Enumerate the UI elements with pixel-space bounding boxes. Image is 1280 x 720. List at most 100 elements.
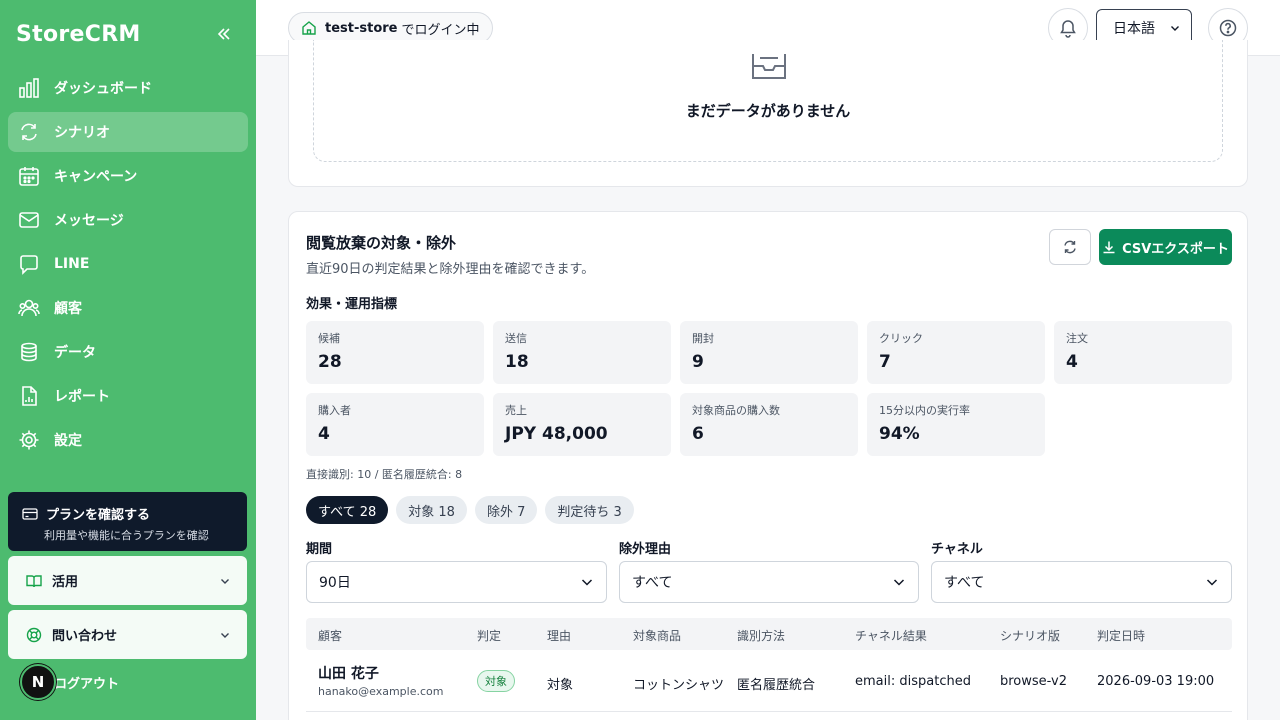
metric-orders: 注文 4 [1054,321,1232,384]
metric-purchasers: 購入者 4 [306,393,484,456]
chevron-down-icon [219,575,231,587]
life-buoy-icon [26,627,42,643]
sidebar-item-label: 顧客 [54,301,82,317]
bell-icon [1060,20,1076,38]
channel-result-cell: email: dispatched [855,674,971,689]
chip-pending[interactable]: 判定待ち 3 [545,496,634,524]
sidebar-item-customers[interactable]: 顧客 [8,288,248,328]
metric-value: 9 [692,352,704,372]
inbox-tray-icon [752,54,786,79]
col-channel-result: チャネル結果 [855,629,927,643]
sidebar-item-settings[interactable]: 設定 [8,420,248,460]
empty-state-card: まだデータがありません [288,40,1248,187]
metric-clicks: クリック 7 [867,321,1045,384]
refresh-button[interactable] [1049,229,1091,265]
sidebar-item-dashboard[interactable]: ダッシュボード [8,68,248,108]
sidebar-item-line[interactable]: LINE [8,244,248,284]
table-row[interactable]: 山田 花子 hanako@example.com 対象 対象 コットンシャツ 匿… [306,650,1232,712]
store-login-status: でログイン中 [401,22,480,38]
chip-excluded[interactable]: 除外 7 [474,496,538,524]
sidebar: StoreCRM ダッシュボード シナリオ キャンペーン メッセージ LINE … [0,0,256,720]
question-circle-icon [1219,19,1237,37]
sidebar-item-campaign[interactable]: キャンペーン [8,156,248,196]
table-header: 顧客 判定 理由 対象商品 識別方法 チャネル結果 シナリオ版 判定日時 [306,618,1232,650]
sidebar-nav: ダッシュボード シナリオ キャンペーン メッセージ LINE 顧客 データ レポ… [0,68,256,460]
col-method: 識別方法 [737,629,786,643]
calendar-icon [18,165,40,187]
col-verdict: 判定 [477,629,502,643]
exclusion-reason-select[interactable]: すべて [619,561,919,603]
section-title: 閲覧放棄の対象・除外 [306,234,457,252]
accordion-contact[interactable]: 問い合わせ [8,610,247,659]
chevron-down-icon [1205,575,1219,589]
refresh-cycle-icon [18,121,40,143]
collapse-sidebar-button[interactable] [212,22,236,46]
channel-select[interactable]: すべて [931,561,1232,603]
product-cell: コットンシャツ [633,678,725,693]
sidebar-item-label: レポート [54,389,110,405]
metric-label: 開封 [692,332,714,345]
metric-label: 注文 [1066,332,1088,345]
chip-all[interactable]: すべて 28 [306,496,389,524]
date-cell: 2026-09-03 19:00 [1097,674,1215,689]
section-subtitle: 直近90日の判定結果と除外理由を確認できます。 [306,262,595,277]
col-reason: 理由 [547,629,572,643]
metric-value: 6 [692,424,704,444]
sidebar-item-scenario[interactable]: シナリオ [8,112,248,152]
bar-chart-icon [18,77,40,99]
verdict-badge: 対象 [477,670,515,692]
reason-cell: 対象 [547,678,574,693]
metric-value: 94% [879,424,920,444]
metric-target-purchases: 対象商品の購入数 6 [680,393,858,456]
col-product: 対象商品 [633,629,682,643]
sidebar-item-report[interactable]: レポート [8,376,248,416]
select-value: すべて [632,575,673,591]
metric-value: 18 [505,352,529,372]
empty-state-box: まだデータがありません [313,40,1223,162]
metric-value: JPY 48,000 [505,424,608,444]
chip-target[interactable]: 対象 18 [396,496,467,524]
identification-note: 直接識別: 10 / 匿名履歴統合: 8 [306,468,463,481]
col-date: 判定日時 [1097,629,1146,643]
sidebar-item-label: ダッシュボード [54,81,152,97]
metric-sent: 送信 18 [493,321,671,384]
exclusion-reason-filter-label: 除外理由 [619,542,672,557]
period-filter-label: 期間 [306,542,333,557]
plan-title-row: プランを確認する [22,504,235,523]
logout-button[interactable]: N ログアウト [20,664,119,700]
metric-label: クリック [879,332,923,345]
metric-label: 15分以内の実行率 [879,404,970,417]
chat-bubble-icon [18,253,40,275]
chevron-down-icon [219,629,231,641]
browse-abandonment-card: 閲覧放棄の対象・除外 直近90日の判定結果と除外理由を確認できます。 CSVエク… [288,211,1248,720]
metric-label: 送信 [505,332,527,345]
channel-filter-label: チャネル [931,542,983,557]
metric-label: 売上 [505,404,527,417]
filter-chips: すべて 28 対象 18 除外 7 判定待ち 3 [306,496,642,524]
logo-row: StoreCRM [0,0,256,68]
chevron-down-icon [1169,22,1181,34]
metric-revenue: 売上 JPY 48,000 [493,393,671,456]
metric-value: 28 [318,352,342,372]
app-logo: StoreCRM [16,21,141,47]
avatar: N [20,664,56,700]
metric-candidates: 候補 28 [306,321,484,384]
metric-label: 対象商品の購入数 [692,404,780,417]
period-select[interactable]: 90日 [306,561,607,603]
metric-label: 候補 [318,332,340,345]
metric-value: 4 [318,424,330,444]
sidebar-item-label: データ [54,345,96,361]
users-icon [18,297,40,319]
accordion-usage[interactable]: 活用 [8,556,247,605]
plan-card[interactable]: プランを確認する 利用量や機能に合うプランを確認 [8,492,247,551]
chevron-down-icon [892,575,906,589]
sidebar-item-data[interactable]: データ [8,332,248,372]
sidebar-item-label: 設定 [54,433,82,449]
empty-state-text: まだデータがありません [685,102,851,120]
col-scenario-version: シナリオ版 [1000,629,1061,643]
store-name: test-store [325,20,398,36]
sidebar-item-message[interactable]: メッセージ [8,200,248,240]
csv-export-button[interactable]: CSVエクスポート [1099,229,1232,265]
select-value: すべて [944,575,985,591]
accordion-label: 活用 [52,575,79,590]
